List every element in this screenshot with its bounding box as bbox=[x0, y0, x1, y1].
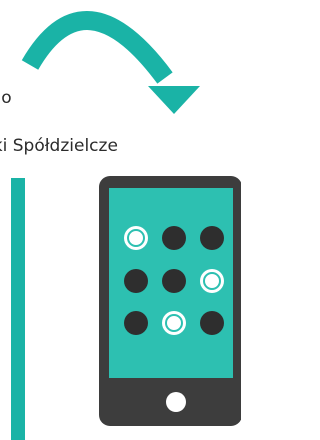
pattern-dot-inner-2-0 bbox=[127, 314, 145, 332]
home-button-icon[interactable] bbox=[166, 392, 186, 412]
phone-icon bbox=[99, 176, 241, 426]
pattern-dot-inner-0-2 bbox=[203, 229, 221, 247]
pattern-dot-inner-1-1 bbox=[165, 272, 183, 290]
pattern-dot-inner-0-1 bbox=[165, 229, 183, 247]
pattern-lock-grid[interactable] bbox=[124, 226, 224, 335]
pattern-dot-inner-1-2 bbox=[203, 272, 221, 290]
pattern-dot-inner-0-0 bbox=[127, 229, 145, 247]
pattern-dot-inner-1-0 bbox=[127, 272, 145, 290]
pattern-dot-inner-2-2 bbox=[203, 314, 221, 332]
illustration-canvas: ego nki Spółdzielcze bbox=[0, 0, 241, 440]
pattern-dot-inner-2-1 bbox=[165, 314, 183, 332]
